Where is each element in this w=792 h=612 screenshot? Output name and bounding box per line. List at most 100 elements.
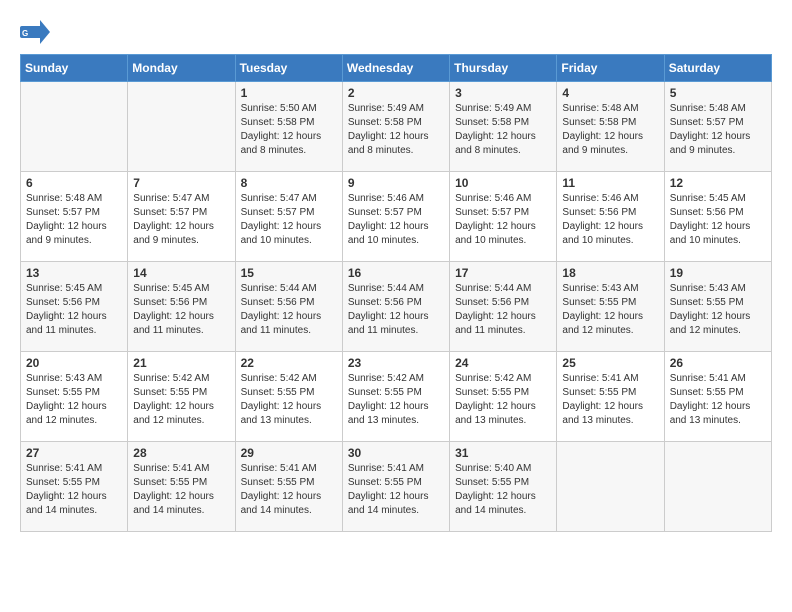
cell-info: Sunset: 5:55 PM	[133, 476, 229, 490]
cell-info: Sunset: 5:56 PM	[241, 296, 337, 310]
cell-info: Sunset: 5:55 PM	[241, 476, 337, 490]
cell-info: Sunrise: 5:44 AM	[348, 282, 444, 296]
day-number: 10	[455, 176, 551, 190]
calendar-cell: 23Sunrise: 5:42 AMSunset: 5:55 PMDayligh…	[342, 352, 449, 442]
cell-info: Daylight: 12 hours	[455, 220, 551, 234]
cell-info: Daylight: 12 hours	[133, 220, 229, 234]
cell-info: Sunset: 5:58 PM	[562, 116, 658, 130]
cell-info: and 12 minutes.	[133, 414, 229, 428]
cell-info: Daylight: 12 hours	[348, 490, 444, 504]
cell-info: Daylight: 12 hours	[562, 130, 658, 144]
cell-info: Daylight: 12 hours	[562, 220, 658, 234]
day-number: 22	[241, 356, 337, 370]
day-number: 3	[455, 86, 551, 100]
cell-info: Sunset: 5:55 PM	[670, 386, 766, 400]
cell-info: Sunrise: 5:46 AM	[348, 192, 444, 206]
day-number: 21	[133, 356, 229, 370]
calendar-cell: 13Sunrise: 5:45 AMSunset: 5:56 PMDayligh…	[21, 262, 128, 352]
calendar-cell: 6Sunrise: 5:48 AMSunset: 5:57 PMDaylight…	[21, 172, 128, 262]
cell-info: Daylight: 12 hours	[133, 310, 229, 324]
cell-info: and 9 minutes.	[562, 144, 658, 158]
cell-info: Daylight: 12 hours	[455, 400, 551, 414]
page-header: G	[20, 20, 772, 44]
cell-info: Sunrise: 5:48 AM	[26, 192, 122, 206]
cell-info: and 11 minutes.	[133, 324, 229, 338]
cell-info: and 9 minutes.	[26, 234, 122, 248]
day-number: 19	[670, 266, 766, 280]
cell-info: Sunset: 5:55 PM	[26, 476, 122, 490]
cell-info: Daylight: 12 hours	[241, 490, 337, 504]
cell-info: Sunrise: 5:42 AM	[133, 372, 229, 386]
cell-info: Daylight: 12 hours	[348, 130, 444, 144]
cell-info: and 8 minutes.	[455, 144, 551, 158]
cell-info: Daylight: 12 hours	[455, 130, 551, 144]
cell-info: Sunrise: 5:47 AM	[133, 192, 229, 206]
cell-info: Sunrise: 5:42 AM	[348, 372, 444, 386]
calendar-cell: 21Sunrise: 5:42 AMSunset: 5:55 PMDayligh…	[128, 352, 235, 442]
cell-info: Sunset: 5:55 PM	[133, 386, 229, 400]
cell-info: Sunrise: 5:49 AM	[348, 102, 444, 116]
cell-info: and 12 minutes.	[562, 324, 658, 338]
cell-info: and 10 minutes.	[348, 234, 444, 248]
cell-info: Daylight: 12 hours	[562, 400, 658, 414]
cell-info: Sunset: 5:57 PM	[26, 206, 122, 220]
cell-info: and 14 minutes.	[241, 504, 337, 518]
calendar-header-row: SundayMondayTuesdayWednesdayThursdayFrid…	[21, 55, 772, 82]
calendar-cell: 26Sunrise: 5:41 AMSunset: 5:55 PMDayligh…	[664, 352, 771, 442]
cell-info: Sunset: 5:55 PM	[26, 386, 122, 400]
calendar-cell: 27Sunrise: 5:41 AMSunset: 5:55 PMDayligh…	[21, 442, 128, 532]
cell-info: Sunrise: 5:48 AM	[670, 102, 766, 116]
calendar-cell: 20Sunrise: 5:43 AMSunset: 5:55 PMDayligh…	[21, 352, 128, 442]
calendar-cell	[664, 442, 771, 532]
cell-info: and 12 minutes.	[26, 414, 122, 428]
cell-info: and 11 minutes.	[455, 324, 551, 338]
cell-info: and 10 minutes.	[241, 234, 337, 248]
cell-info: Sunset: 5:55 PM	[562, 386, 658, 400]
cell-info: Daylight: 12 hours	[133, 490, 229, 504]
cell-info: Daylight: 12 hours	[670, 220, 766, 234]
cell-info: Daylight: 12 hours	[670, 400, 766, 414]
calendar-cell: 7 Sunrise: 5:47 AMSunset: 5:57 PMDaylight…	[128, 172, 235, 262]
cell-info: Sunrise: 5:44 AM	[455, 282, 551, 296]
cell-info: Daylight: 12 hours	[562, 310, 658, 324]
cell-info: Sunset: 5:58 PM	[348, 116, 444, 130]
calendar-cell: 3Sunrise: 5:49 AMSunset: 5:58 PMDaylight…	[450, 82, 557, 172]
svg-text:G: G	[22, 29, 28, 38]
day-number: 14	[133, 266, 229, 280]
day-number: 17	[455, 266, 551, 280]
day-number: 18	[562, 266, 658, 280]
cell-info: Sunset: 5:57 PM	[348, 206, 444, 220]
cell-info: and 12 minutes.	[670, 324, 766, 338]
day-number: 15	[241, 266, 337, 280]
weekday-header: Sunday	[21, 55, 128, 82]
day-number: 25	[562, 356, 658, 370]
logo-icon: G	[20, 20, 50, 44]
cell-info: Sunrise: 5:42 AM	[241, 372, 337, 386]
cell-info: Sunset: 5:57 PM	[133, 206, 229, 220]
day-number: 7	[133, 176, 229, 190]
cell-info: Sunrise: 5:41 AM	[241, 462, 337, 476]
day-number: 11	[562, 176, 658, 190]
weekday-header: Wednesday	[342, 55, 449, 82]
cell-info: and 13 minutes.	[562, 414, 658, 428]
calendar-cell	[557, 442, 664, 532]
calendar-week-row: 13Sunrise: 5:45 AMSunset: 5:56 PMDayligh…	[21, 262, 772, 352]
calendar-cell: 10Sunrise: 5:46 AMSunset: 5:57 PMDayligh…	[450, 172, 557, 262]
day-number: 23	[348, 356, 444, 370]
calendar-cell: 14Sunrise: 5:45 AMSunset: 5:56 PMDayligh…	[128, 262, 235, 352]
cell-info: Sunrise: 5:41 AM	[133, 462, 229, 476]
cell-info: Sunrise: 5:44 AM	[241, 282, 337, 296]
cell-info: Daylight: 12 hours	[348, 400, 444, 414]
cell-info: Daylight: 12 hours	[26, 220, 122, 234]
cell-info: and 11 minutes.	[348, 324, 444, 338]
cell-info: Sunrise: 5:43 AM	[26, 372, 122, 386]
cell-info: and 11 minutes.	[241, 324, 337, 338]
cell-info: Sunrise: 5:49 AM	[455, 102, 551, 116]
calendar-cell: 24Sunrise: 5:42 AMSunset: 5:55 PMDayligh…	[450, 352, 557, 442]
cell-info: and 9 minutes.	[670, 144, 766, 158]
cell-info: Sunrise: 5:41 AM	[562, 372, 658, 386]
day-number: 20	[26, 356, 122, 370]
calendar-cell: 18Sunrise: 5:43 AMSunset: 5:55 PMDayligh…	[557, 262, 664, 352]
cell-info: Sunset: 5:57 PM	[455, 206, 551, 220]
calendar-cell: 12Sunrise: 5:45 AMSunset: 5:56 PMDayligh…	[664, 172, 771, 262]
